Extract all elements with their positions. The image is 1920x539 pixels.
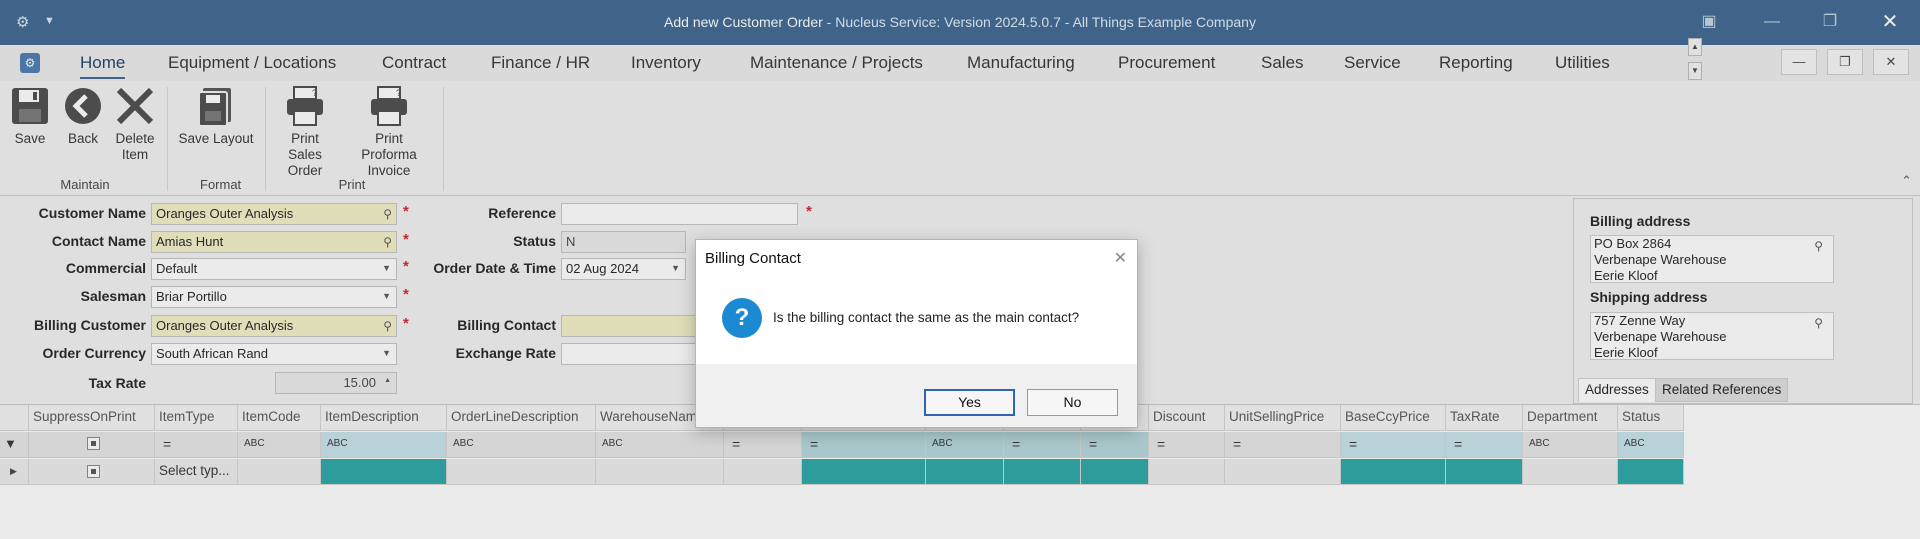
billing-contact-dialog: Billing Contact ✕ ? Is the billing conta… (695, 239, 1138, 428)
dialog-title: Billing Contact (696, 240, 1137, 277)
question-icon: ? (722, 298, 762, 338)
yes-button[interactable]: Yes (924, 389, 1015, 416)
dialog-close-icon[interactable]: ✕ (1114, 248, 1127, 268)
dialog-message: Is the billing contact the same as the m… (773, 310, 1080, 325)
no-button[interactable]: No (1027, 389, 1118, 416)
dialog-body: ? Is the billing contact the same as the… (696, 277, 1137, 364)
